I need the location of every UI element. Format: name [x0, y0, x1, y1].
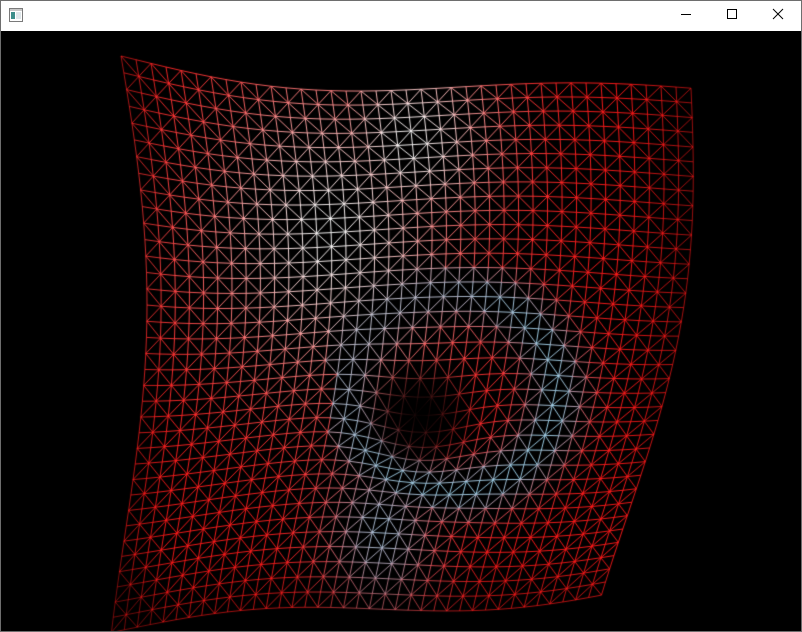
maximize-button[interactable] — [709, 1, 755, 31]
minimize-icon — [680, 7, 692, 25]
application-window — [0, 0, 802, 632]
close-icon — [772, 7, 784, 25]
minimize-button[interactable] — [663, 1, 709, 31]
title-bar[interactable] — [1, 1, 801, 31]
wireframe-mesh-canvas[interactable] — [1, 31, 801, 631]
app-window-icon — [9, 8, 23, 22]
close-button[interactable] — [755, 1, 801, 31]
maximize-icon — [726, 7, 738, 25]
render-viewport[interactable] — [1, 31, 801, 631]
